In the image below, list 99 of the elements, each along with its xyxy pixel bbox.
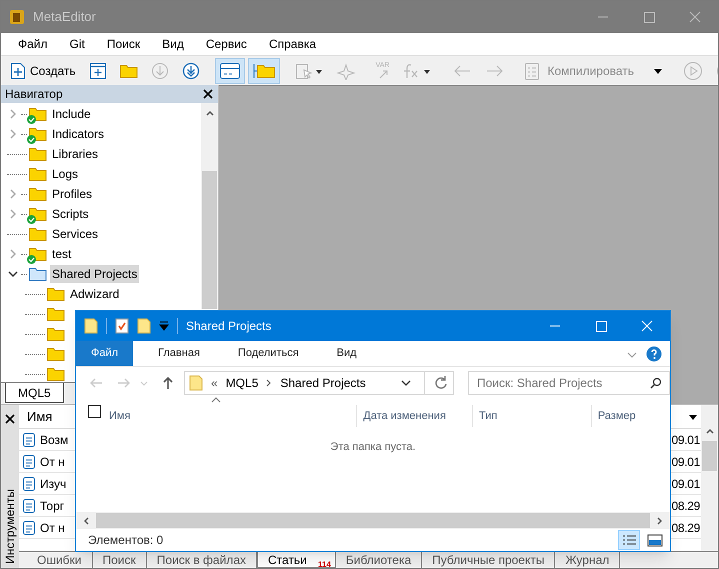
scroll-thumb[interactable] <box>202 171 217 309</box>
app-logo-icon <box>9 9 25 25</box>
tree-item[interactable]: Indicators <box>50 125 106 143</box>
search-icon <box>650 377 662 389</box>
download-icon <box>150 62 169 80</box>
table-cell-text: 09.01 <box>671 454 700 470</box>
tree-item[interactable]: Adwizard <box>68 285 122 303</box>
window-title: MetaEditor <box>33 8 96 26</box>
table-cell-text: Возм <box>40 432 68 448</box>
dropdown-arrow-icon <box>653 66 664 74</box>
table-cell-text: 08.29 <box>671 520 700 536</box>
tree-item[interactable]: Shared Projects <box>50 265 140 283</box>
table-cell-text: 09.01 <box>671 432 700 448</box>
ribbon-tab[interactable]: Вид <box>322 341 372 366</box>
menu-item[interactable]: Git <box>60 33 94 55</box>
scrollbar[interactable] <box>701 405 718 551</box>
empty-folder-message: Эта папка пуста. <box>330 440 416 455</box>
menu-item[interactable]: Вид <box>153 33 193 55</box>
table-cell-text: От н <box>40 454 65 470</box>
sparkle-icon <box>336 62 356 80</box>
column-header[interactable]: Размер <box>598 408 636 424</box>
menu-item[interactable]: Поиск <box>98 33 150 55</box>
new-file-icon <box>10 62 26 80</box>
function-icon <box>402 62 432 80</box>
menu-item[interactable]: Сервис <box>196 33 256 55</box>
tree-item[interactable]: Profiles <box>50 185 94 203</box>
folder-icon <box>29 146 47 162</box>
close-icon[interactable] <box>4 413 16 425</box>
tree-item[interactable]: Libraries <box>50 145 100 163</box>
folder-icon <box>29 186 47 202</box>
ribbon-tab[interactable]: Поделиться <box>222 341 314 366</box>
forward-arrow-icon <box>485 62 506 78</box>
ribbon-tab[interactable]: Главная <box>143 341 215 366</box>
folder-icon <box>189 375 203 391</box>
column-header[interactable]: Имя <box>109 408 130 424</box>
panel-title: Инструменты <box>2 489 18 564</box>
toolbar-button[interactable]: Создать <box>5 58 81 84</box>
breadcrumb[interactable]: MQL5 <box>226 374 258 392</box>
panel-layout-icon <box>220 62 240 78</box>
refresh-icon[interactable] <box>433 375 449 391</box>
table-cell-text: 09.01 <box>671 476 700 492</box>
select-all-checkbox-icon[interactable] <box>88 405 101 418</box>
tree-item[interactable]: Include <box>50 105 93 123</box>
table-cell-text: От н <box>40 520 65 536</box>
menu-item[interactable]: Справка <box>260 33 326 55</box>
panel-title: Навигатор <box>5 86 63 103</box>
document-icon <box>23 476 35 490</box>
document-icon <box>23 520 35 534</box>
new-folder-icon[interactable] <box>137 318 151 334</box>
checklist-icon <box>525 62 540 80</box>
view-toggle[interactable] <box>618 530 640 550</box>
horizontal-scrollbar[interactable] <box>76 512 670 529</box>
address-bar[interactable]: « MQL5 Shared Projects <box>184 371 454 395</box>
count-label: 114 <box>318 561 331 569</box>
scroll-thumb[interactable] <box>96 513 650 528</box>
play-circle-icon <box>683 60 704 80</box>
scroll-thumb[interactable] <box>702 441 717 471</box>
help-icon[interactable] <box>646 346 662 362</box>
ribbon-tab[interactable]: Файл <box>76 341 134 366</box>
panel-tab[interactable]: MQL5 <box>5 383 64 403</box>
document-icon <box>23 432 35 446</box>
window-title: Shared Projects <box>186 318 272 335</box>
panel-tab[interactable]: Статьи 114 <box>257 552 336 568</box>
column-header[interactable]: Имя <box>27 406 52 426</box>
clipboard-cursor-icon <box>294 62 323 80</box>
recent-dropdown-icon[interactable] <box>140 379 148 387</box>
tree-item[interactable]: Scripts <box>50 205 91 223</box>
status-text: Элементов: 0 <box>88 532 164 549</box>
download-icon <box>182 62 200 80</box>
scrollbar[interactable] <box>201 103 218 309</box>
breadcrumb-overflow[interactable]: « <box>211 374 218 392</box>
chevron-right-icon <box>266 379 272 387</box>
sort-caret-icon[interactable] <box>689 412 697 420</box>
search-field[interactable]: Поиск: Shared Projects <box>468 371 670 395</box>
close-icon[interactable] <box>202 88 214 100</box>
table-cell-text: Торг <box>40 498 64 514</box>
folder-icon <box>29 166 47 182</box>
tree-item[interactable]: Logs <box>50 165 80 183</box>
menu-item[interactable]: Файл <box>9 33 57 55</box>
breadcrumb[interactable]: Shared Projects <box>280 374 366 392</box>
folder-icon[interactable] <box>84 318 98 334</box>
document-icon <box>23 498 35 512</box>
folder-tree-icon <box>252 62 275 78</box>
folder-icon <box>29 226 47 242</box>
new-window-icon <box>88 62 107 80</box>
folder-icon <box>47 286 65 302</box>
folder-icon <box>120 62 138 78</box>
table-cell-text: 08.29 <box>671 498 700 514</box>
column-header[interactable]: Дата изменения <box>363 408 446 424</box>
column-header[interactable]: Тип <box>479 408 498 424</box>
table-cell-text: Изуч <box>40 476 66 492</box>
open-folder-icon <box>29 266 47 282</box>
tree-item[interactable]: test <box>50 245 74 263</box>
properties-icon[interactable] <box>115 318 129 334</box>
dropdown-icon[interactable] <box>159 321 169 331</box>
tree-item[interactable]: Services <box>50 225 100 243</box>
document-icon <box>23 454 35 468</box>
back-arrow-icon <box>452 62 472 78</box>
variable-arrow-icon <box>379 69 390 79</box>
